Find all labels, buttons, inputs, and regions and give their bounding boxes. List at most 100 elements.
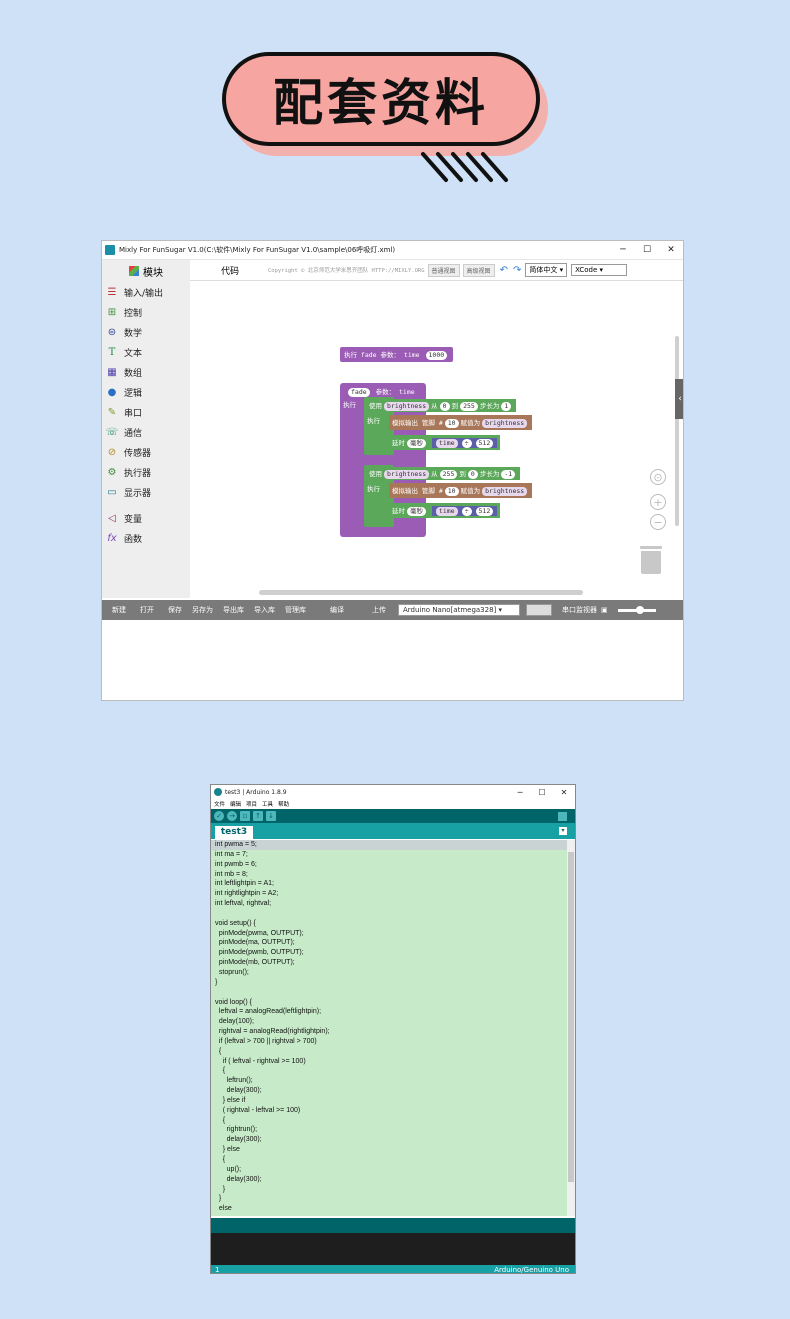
upload-button[interactable]: 上传	[372, 605, 386, 615]
maximize-icon[interactable]: ☐	[635, 245, 659, 255]
loop1-var[interactable]: brightness	[384, 402, 430, 411]
time-var[interactable]: time	[435, 507, 458, 516]
category-display[interactable]: ▭ 显示器	[102, 482, 190, 502]
open-file-icon[interactable]: ↑	[253, 811, 263, 821]
new-file-icon[interactable]: ▫	[240, 811, 250, 821]
redo-icon[interactable]: ↷	[513, 265, 521, 276]
menu-sketch[interactable]: 项目	[246, 800, 257, 808]
category-io[interactable]: ☰ 输入/输出	[102, 282, 190, 302]
loop2-to[interactable]: 0	[467, 470, 478, 479]
port-select[interactable]	[526, 604, 552, 616]
zoom-slider[interactable]	[617, 605, 656, 614]
save-button[interactable]: 保存	[168, 605, 182, 615]
loop2-from[interactable]: 255	[439, 470, 458, 479]
category-label: 通信	[124, 428, 143, 439]
menu-file[interactable]: 文件	[214, 800, 225, 808]
category-logic[interactable]: ● 逻辑	[102, 382, 190, 402]
editor-vscroll[interactable]	[567, 840, 575, 1216]
menu-edit[interactable]: 编辑	[230, 800, 241, 808]
normal-view-button[interactable]: 普通视图	[427, 263, 460, 277]
procedure-name[interactable]: fade	[348, 388, 370, 397]
ms-dropdown[interactable]: 毫秒	[407, 507, 426, 516]
code-editor[interactable]: int pwma = 5; int ma = 7; int pwmb = 6; int…	[211, 840, 569, 1216]
loop2-var[interactable]: brightness	[384, 470, 430, 479]
minimize-icon[interactable]: ─	[611, 245, 635, 255]
ms-dropdown[interactable]: 毫秒	[407, 439, 426, 448]
analog-out-2[interactable]: 模拟输出 管脚 #10 赋值为 brightness	[389, 483, 533, 498]
code-tab[interactable]: 代码	[192, 264, 268, 277]
block-workspace[interactable]: 执行 fade 参数： time 1000 fade 参数： time 执行 使…	[190, 281, 683, 597]
workspace-vscroll[interactable]	[675, 336, 679, 526]
pin-value[interactable]: 10	[444, 419, 459, 428]
variable-icon: ◁	[108, 512, 116, 524]
new-button[interactable]: 新建	[112, 605, 126, 615]
call-block[interactable]: 执行 fade 参数： time 1000	[340, 347, 454, 362]
assign-var[interactable]: brightness	[482, 419, 528, 428]
board-select[interactable]: Arduino Nano[atmega328] ▾	[398, 604, 520, 616]
menu-tools[interactable]: 工具	[262, 800, 273, 808]
delay-block-2[interactable]: 延时 毫秒 time ÷ 512	[389, 503, 501, 518]
category-text[interactable]: T 文本	[102, 342, 190, 362]
assign-var[interactable]: brightness	[482, 487, 528, 496]
recenter-icon[interactable]: ⊙	[650, 469, 666, 485]
category-sensor[interactable]: ⊘ 传感器	[102, 442, 190, 462]
tab-menu-icon[interactable]: ▾	[559, 827, 567, 835]
category-serial[interactable]: ✎ 串口	[102, 402, 190, 422]
call-value[interactable]: 1000	[425, 351, 448, 360]
serial-monitor-icon[interactable]	[558, 811, 567, 821]
undo-icon[interactable]: ↶	[500, 265, 508, 276]
close-icon[interactable]: ✕	[553, 788, 575, 797]
language-select[interactable]: 简体中文 ▾	[525, 263, 568, 277]
comm-icon: ☏	[105, 426, 119, 438]
maximize-icon[interactable]: ☐	[531, 788, 553, 797]
code-line: } else	[215, 1146, 240, 1154]
advanced-view-button[interactable]: 高级视图	[462, 263, 495, 277]
arduino-logo-icon	[214, 788, 222, 796]
export-lib-button[interactable]: 导出库	[223, 605, 244, 615]
category-math[interactable]: ⊜ 数学	[102, 322, 190, 342]
chevron-left-icon[interactable]: ‹	[675, 379, 683, 419]
category-actuator[interactable]: ⚙ 执行器	[102, 462, 190, 482]
function-icon: fx	[107, 532, 117, 544]
pin-value[interactable]: 10	[444, 487, 459, 496]
verify-icon[interactable]: ✓	[214, 811, 224, 821]
close-icon[interactable]: ✕	[659, 245, 683, 255]
workspace-hscroll[interactable]	[259, 590, 583, 595]
delay-block-1[interactable]: 延时 毫秒 time ÷ 512	[389, 435, 501, 450]
trash-icon[interactable]	[640, 546, 662, 574]
loop2-step[interactable]: -1	[501, 470, 516, 479]
upload-icon[interactable]: →	[227, 811, 237, 821]
op-dropdown[interactable]: ÷	[461, 439, 472, 448]
divisor-value[interactable]: 512	[475, 439, 494, 448]
loop1-step[interactable]: 1	[501, 402, 512, 411]
code-line: int pwma = 5;	[211, 840, 569, 850]
compile-button[interactable]: 编译	[330, 605, 344, 615]
divisor-value[interactable]: 512	[475, 507, 494, 516]
op-dropdown[interactable]: ÷	[461, 507, 472, 516]
category-control[interactable]: ⊞ 控制	[102, 302, 190, 322]
analog-out-1[interactable]: 模拟输出 管脚 #10 赋值为 brightness	[389, 415, 533, 430]
save-as-button[interactable]: 另存为	[192, 605, 213, 615]
theme-select[interactable]: XCode ▾	[571, 264, 628, 276]
category-function[interactable]: fx 函数	[102, 528, 190, 548]
manage-lib-button[interactable]: 管理库	[285, 605, 306, 615]
menu-help[interactable]: 帮助	[278, 800, 289, 808]
zoom-out-icon[interactable]: −	[650, 514, 666, 530]
sketch-tab[interactable]: test3	[215, 826, 253, 839]
mixly-window: Mixly For FunSugar V1.0(C:\软件\Mixly For …	[101, 240, 684, 701]
chip-icon[interactable]: ▣	[601, 606, 608, 614]
minimize-icon[interactable]: ─	[509, 788, 531, 797]
code-line: int rightlightpin = A2;	[215, 890, 279, 898]
save-file-icon[interactable]: ↓	[266, 811, 276, 821]
open-button[interactable]: 打开	[140, 605, 154, 615]
category-variable[interactable]: ◁ 变量	[102, 508, 190, 528]
loop1-from[interactable]: 0	[439, 402, 450, 411]
loop2-use: 使用	[369, 470, 382, 478]
loop1-to[interactable]: 255	[460, 402, 478, 411]
import-lib-button[interactable]: 导入库	[254, 605, 275, 615]
serial-monitor-button[interactable]: 串口监视器	[562, 605, 597, 615]
category-comm[interactable]: ☏ 通信	[102, 422, 190, 442]
zoom-in-icon[interactable]: +	[650, 494, 666, 510]
category-array[interactable]: ▦ 数组	[102, 362, 190, 382]
time-var[interactable]: time	[435, 439, 458, 448]
